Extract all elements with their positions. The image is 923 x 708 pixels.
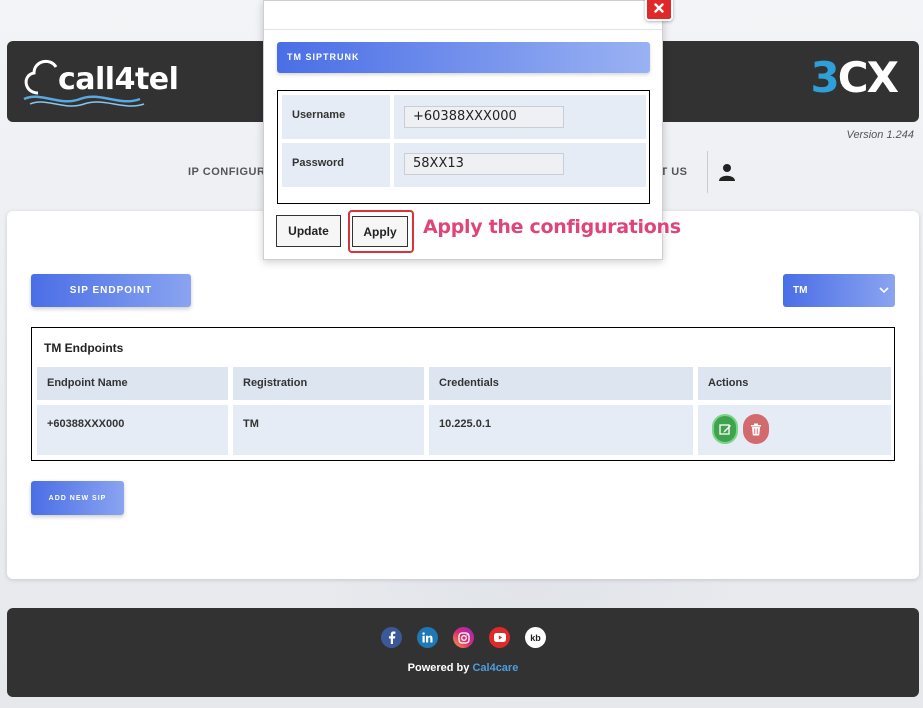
column-header-endpoint-name: Endpoint Name [37,367,228,400]
powered-prefix: Powered by [407,662,473,674]
column-header-registration: Registration [233,367,424,400]
add-new-sip-button[interactable]: ADD NEW SIP [31,481,124,515]
modal-divider [264,29,662,30]
username-cell: +60388XXX000 [394,95,646,139]
trash-icon [751,423,761,435]
facebook-icon[interactable] [381,627,402,648]
delete-button[interactable] [743,414,769,444]
password-field[interactable]: 58XX13 [404,153,564,175]
credentials-form: Username +60388XXX000 Password 58XX13 [277,90,650,204]
call4tel-logo[interactable]: call4tel [20,53,179,111]
modal-title: TM SIPTRUNK [277,42,650,73]
cell-endpoint-name: +60388XXX000 [37,405,228,455]
powered-brand-link[interactable]: Cal4care [472,662,518,674]
endpoints-table: TM Endpoints Endpoint Name Registration … [31,327,895,461]
linkedin-icon[interactable] [417,627,438,648]
update-button[interactable]: Update [276,215,341,247]
username-label: Username [282,95,390,139]
youtube-icon[interactable] [489,627,510,648]
3cx-logo-suffix: CX [837,53,899,102]
cell-registration: TM [233,405,424,455]
password-cell: 58XX13 [394,143,646,187]
kb-icon[interactable]: kb [525,627,546,648]
3cx-logo-prefix: 3 [810,53,840,102]
edit-icon [718,423,731,435]
column-header-actions: Actions [698,367,891,400]
provider-select-value: TM [793,285,808,296]
password-label: Password [282,143,390,187]
table-title: TM Endpoints [44,341,124,355]
user-icon[interactable] [719,163,735,181]
3cx-logo: 3CX [810,53,899,102]
cell-credentials: 10.225.0.1 [429,405,693,455]
version-label: Version 1.244 [846,129,914,141]
main-card: SIP ENDPOINT TM TM Endpoints Endpoint Na… [7,211,919,579]
chevron-down-icon [879,287,889,294]
nav-divider [707,151,708,193]
nav-ip-configuration[interactable]: IP CONFIGUR [188,166,265,178]
provider-select[interactable]: TM [783,274,895,307]
username-field[interactable]: +60388XXX000 [404,106,564,128]
edit-button[interactable] [712,414,738,444]
sip-endpoint-button[interactable]: SIP ENDPOINT [31,274,191,307]
close-icon [654,3,664,13]
powered-by: Powered by Cal4care [7,662,919,674]
close-button[interactable] [645,0,673,21]
apply-button[interactable]: Apply [352,216,408,247]
column-header-credentials: Credentials [429,367,693,400]
instagram-icon[interactable] [453,627,474,648]
app-footer: kb Powered by Cal4care [7,608,919,697]
apply-annotation: Apply the configurations [423,216,681,238]
logo-text: call4tel [58,62,179,97]
